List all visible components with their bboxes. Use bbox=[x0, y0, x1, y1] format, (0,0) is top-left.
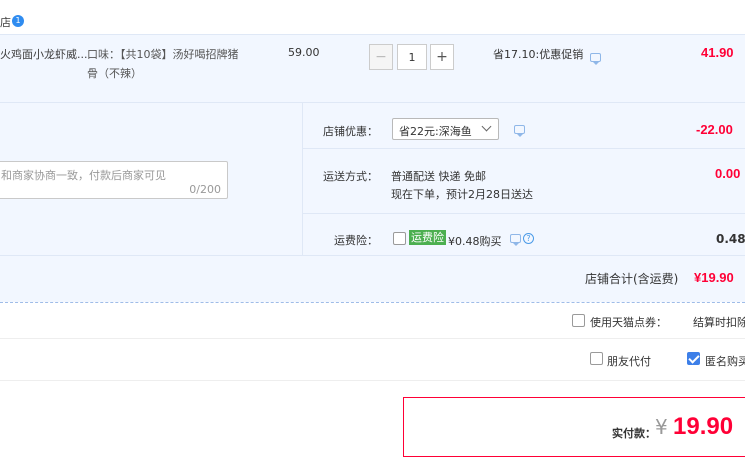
plus-icon: + bbox=[436, 49, 448, 65]
message-textarea[interactable]: 和商家协商一致，付款后商家可见 0/200 bbox=[0, 161, 228, 199]
message-counter: 0/200 bbox=[189, 183, 221, 196]
pay-label: 实付款： bbox=[612, 427, 656, 440]
anonymous-checkbox[interactable] bbox=[687, 352, 700, 365]
anonymous-label: 匿名购买 bbox=[705, 355, 745, 368]
chat-icon[interactable] bbox=[590, 53, 601, 65]
friend-pay-checkbox[interactable] bbox=[590, 352, 603, 365]
row-divider bbox=[302, 148, 745, 149]
points-checkbox[interactable] bbox=[572, 314, 585, 327]
minus-icon: − bbox=[375, 49, 387, 65]
chevron-down-icon bbox=[481, 121, 492, 132]
shipping-method: 普通配送 快递 免邮 bbox=[391, 170, 486, 183]
options-divider bbox=[302, 102, 303, 255]
help-icon[interactable]: ? bbox=[523, 233, 534, 244]
message-placeholder: 和商家协商一致，付款后商家可见 bbox=[1, 169, 166, 182]
item-subtotal: 41.90 bbox=[701, 45, 734, 60]
insurance-label: 运费险： bbox=[334, 234, 378, 247]
item-spec-line1: 口味：【共10袋】汤好喝招牌猪 bbox=[87, 48, 239, 61]
shop-coupon-select[interactable]: 省22元:深海鱼 bbox=[392, 118, 499, 140]
pay-summary-box: 实付款： ¥ 19.90 bbox=[403, 397, 745, 457]
insurance-amount: 0.48 bbox=[716, 232, 745, 246]
pay-amount: 19.90 bbox=[673, 413, 734, 440]
shop-name[interactable]: 店 bbox=[0, 14, 11, 30]
chat-icon[interactable] bbox=[514, 125, 525, 137]
item-title[interactable]: 火鸡面小龙虾威... bbox=[0, 46, 88, 62]
friend-pay-label: 朋友代付 bbox=[607, 355, 651, 368]
shop-total-label: 店铺合计(含运费) bbox=[585, 272, 679, 286]
shop-coupon-label: 店铺优惠： bbox=[323, 125, 378, 138]
insurance-checkbox[interactable] bbox=[393, 232, 406, 245]
shipping-amount: 0.00 bbox=[715, 166, 741, 181]
qty-value: 1 bbox=[408, 50, 416, 64]
row-divider bbox=[302, 213, 745, 214]
shop-coupon-selected: 省22元:深海鱼 bbox=[399, 125, 472, 138]
chat-icon[interactable] bbox=[510, 234, 521, 246]
shipping-eta: 现在下单，预计2月28日送达 bbox=[391, 188, 533, 201]
item-spec-line2: 骨（不辣） bbox=[87, 67, 142, 80]
pay-currency: ¥ bbox=[655, 415, 668, 439]
shop-coupon-amount: -22.00 bbox=[696, 122, 733, 137]
shipping-label: 运送方式： bbox=[323, 170, 378, 183]
points-note: 结算时扣除 bbox=[693, 316, 745, 329]
insurance-tag: 运费险 bbox=[409, 230, 446, 245]
unit-price: 59.00 bbox=[288, 46, 320, 59]
insurance-price: ¥0.48购买 bbox=[448, 235, 502, 248]
item-discount: 省17.10:优惠促销 bbox=[493, 48, 584, 61]
points-label: 使用天猫点券： bbox=[590, 316, 667, 329]
qty-input[interactable]: 1 bbox=[397, 44, 427, 70]
qty-minus-button[interactable]: − bbox=[369, 44, 393, 70]
shop-badge-icon: 1 bbox=[12, 15, 24, 27]
qty-plus-button[interactable]: + bbox=[430, 44, 454, 70]
shop-total-amount: ¥19.90 bbox=[694, 270, 734, 285]
